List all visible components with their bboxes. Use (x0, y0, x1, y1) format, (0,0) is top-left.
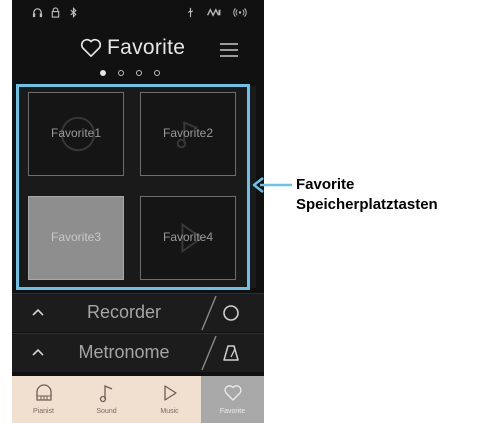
header: Favorite (12, 30, 264, 64)
status-bar (12, 0, 264, 26)
page-indicator (100, 70, 160, 76)
heart-icon (224, 385, 242, 401)
page-title: Favorite (107, 36, 186, 59)
usb-icon (187, 7, 194, 18)
tab-label: Pianist (32, 408, 54, 415)
metronome-icon[interactable] (222, 344, 240, 362)
music-note-icon (99, 385, 113, 403)
page-dot[interactable] (118, 70, 124, 76)
play-icon (164, 385, 177, 401)
callout-arrow-icon (252, 177, 292, 193)
heart-icon (80, 38, 102, 57)
tab-bar: Pianist Sound Music Favorite (12, 376, 264, 423)
page-dot[interactable] (100, 70, 106, 76)
midi-icon (206, 8, 221, 17)
callout-label: Favorite Speicherplatztasten (296, 175, 438, 215)
record-circle-icon[interactable] (222, 304, 240, 322)
tab-sound[interactable]: Sound (75, 376, 138, 423)
page-dot[interactable] (136, 70, 142, 76)
tab-label: Sound (96, 408, 117, 415)
headphones-icon (32, 8, 43, 18)
page-dot[interactable] (154, 70, 160, 76)
bluetooth-icon (70, 7, 77, 18)
tab-favorite[interactable]: Favorite (201, 376, 264, 423)
wireless-icon (233, 8, 247, 17)
menu-icon[interactable] (220, 43, 238, 57)
tab-label: Music (160, 408, 179, 415)
divider (201, 335, 217, 371)
tab-music[interactable]: Music (138, 376, 201, 423)
callout-line-1: Favorite (296, 176, 355, 193)
divider (201, 295, 217, 331)
metronome-row[interactable]: Metronome (12, 333, 264, 372)
piano-icon (36, 384, 52, 401)
favorite-highlight-frame (16, 84, 250, 290)
tab-label: Favorite (219, 408, 246, 415)
lock-icon (51, 7, 60, 18)
recorder-row[interactable]: Recorder (12, 293, 264, 332)
tab-pianist[interactable]: Pianist (12, 376, 75, 423)
callout-line-2: Speicherplatztasten (296, 196, 438, 213)
